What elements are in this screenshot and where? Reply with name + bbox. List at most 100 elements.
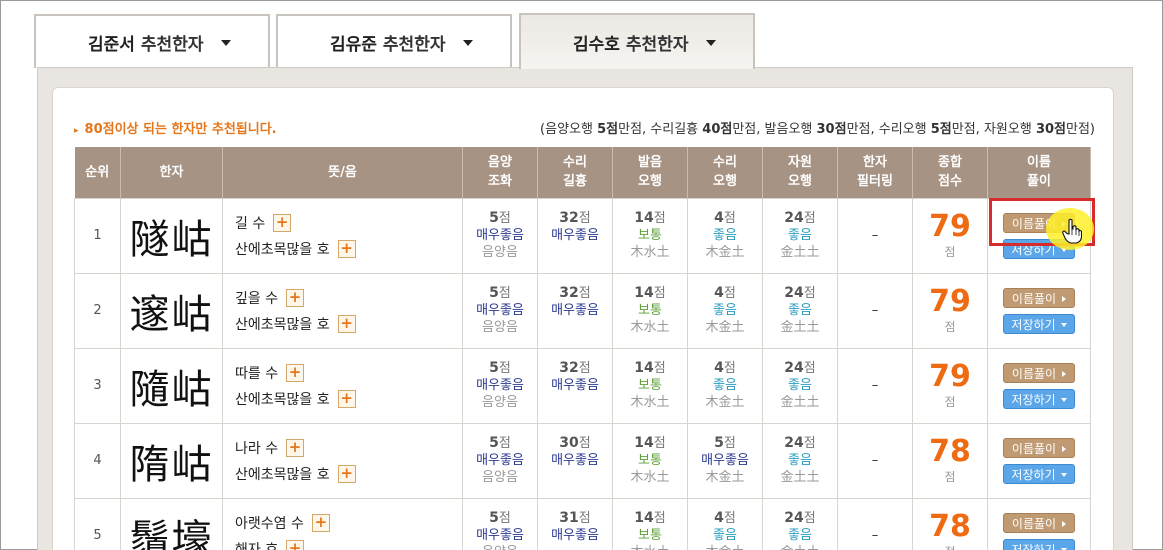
name-interpret-button[interactable]: 이름풀이 (1003, 437, 1075, 458)
score-unit: 점 (578, 511, 591, 526)
chevron-right-icon (1062, 371, 1067, 377)
suri-cell: 32점 매우좋음 (537, 347, 613, 424)
score-value: 32 (559, 285, 579, 301)
yinyang-cell: 5점 매우좋음 음양음 (462, 197, 538, 274)
yinyang-cell: 5점 매우좋음 음양음 (462, 347, 538, 424)
plus-icon[interactable]: + (286, 438, 305, 457)
element-text (538, 319, 612, 336)
sound-cell: 14점 보통 木水土 (612, 497, 688, 550)
button-label: 저장하기 (1011, 317, 1056, 332)
total-unit: 점 (913, 543, 987, 550)
save-button[interactable]: 저장하기 (1003, 388, 1075, 409)
meaning-second: 산에초목많을 호 (235, 241, 330, 258)
hanja-cell: 隧岵 (120, 197, 223, 274)
total-cell: 79 점 (912, 347, 988, 424)
plus-icon[interactable]: + (286, 288, 305, 307)
element-text: 木水土 (630, 470, 670, 485)
name-interpret-button[interactable]: 이름풀이 (1003, 512, 1075, 533)
grade-text: 좋음 (788, 528, 812, 543)
jawon-cell: 24점 좋음 金土土 (762, 347, 838, 424)
interpret-cell: 이름풀이 저장하기 (987, 347, 1091, 424)
grade-text: 매우좋음 (701, 453, 749, 468)
tab-kim-yujun[interactable]: 김유준 추천한자 (276, 14, 512, 68)
suri-cell: 30점 매우좋음 (537, 422, 613, 499)
total-cell: 78 점 (912, 497, 988, 550)
grade-text: 매우좋음 (551, 528, 599, 543)
element-text: 음양음 (482, 395, 518, 410)
chevron-down-icon (1060, 323, 1067, 327)
plus-icon[interactable]: + (311, 513, 330, 532)
element-text: 木金土 (705, 470, 745, 485)
table-row: 4 隋岵 나라 수 + 산에초목많을 호 + 5점 매우좋음 음양음 30점 매우좋… (74, 422, 1091, 499)
plus-icon[interactable]: + (337, 314, 356, 333)
score-unit: 점 (498, 361, 511, 376)
filter-cell: – (837, 497, 913, 550)
grade-text: 좋음 (788, 378, 812, 393)
scoring-prefix: (음양오행 (540, 122, 598, 137)
header-hanja: 한자 (120, 147, 223, 198)
grade-text: 좋음 (713, 378, 737, 393)
grade-text: 좋음 (788, 453, 812, 468)
score-unit: 점 (578, 361, 591, 376)
header-text: 자원 (788, 155, 812, 171)
jawon-cell: 24점 좋음 金土土 (762, 197, 838, 274)
grade-text: 매우좋음 (476, 453, 524, 468)
header-text: 필터링 (857, 174, 893, 190)
tab-name: 김준서 (88, 34, 135, 55)
element-text: 木金土 (705, 320, 745, 335)
total-score: 79 (929, 359, 971, 394)
name-interpret-button[interactable]: 이름풀이 (1003, 362, 1075, 383)
total-cell: 78 점 (912, 422, 988, 499)
suri-cell: 31점 매우좋음 (537, 497, 613, 550)
tab-label: 추천한자 (625, 34, 689, 55)
plus-icon[interactable]: + (337, 239, 356, 258)
plus-icon[interactable]: + (337, 464, 356, 483)
element-text: 金土土 (780, 470, 820, 485)
tab-name: 김유준 (330, 34, 377, 55)
chevron-down-icon (463, 40, 474, 46)
total-score: 78 (929, 509, 971, 544)
save-button[interactable]: 저장하기 (1003, 313, 1075, 334)
plus-icon[interactable]: + (286, 363, 305, 382)
score-value: 14 (634, 285, 654, 301)
score-value: 5 (489, 360, 499, 376)
plus-icon[interactable]: + (337, 389, 356, 408)
meaning-first: 나라 수 (235, 440, 279, 457)
score-value: 30 (559, 435, 579, 451)
total-score: 78 (929, 434, 971, 469)
score-value: 24 (784, 360, 804, 376)
save-button[interactable]: 저장하기 (1003, 538, 1075, 550)
interpret-cell: 이름풀이 저장하기 (987, 497, 1091, 550)
hanja-cell: 邃岵 (120, 272, 223, 349)
bullet-arrow-icon: ▸ (74, 126, 79, 136)
rank-cell: 4 (74, 422, 121, 499)
header-text: 수리 (713, 155, 737, 171)
score-value: 4 (714, 360, 724, 376)
header-filter: 한자 필터링 (837, 147, 913, 198)
tab-kim-suho[interactable]: 김수호 추천한자 (519, 13, 755, 69)
filter-cell: – (837, 347, 913, 424)
score-value: 14 (634, 210, 654, 226)
plus-icon[interactable]: + (273, 213, 292, 232)
meaning-cell: 길 수 + 산에초목많을 호 + (222, 197, 463, 274)
name-interpret-button[interactable]: 이름풀이 (1003, 287, 1075, 308)
meaning-second: 산에초목많을 호 (235, 466, 330, 483)
score-unit: 점 (498, 436, 511, 451)
grade-text: 보통 (638, 378, 662, 393)
save-button[interactable]: 저장하기 (1003, 463, 1075, 484)
score-value: 5 (714, 435, 724, 451)
total-cell: 79 점 (912, 197, 988, 274)
element-text: 木水土 (630, 395, 670, 410)
plus-icon[interactable]: + (286, 539, 305, 550)
table-row: 5 鬚壕 아랫수염 수+ 해자 호+ 5점 매우좋음 음양음 31점 매우좋음 … (74, 497, 1091, 550)
chevron-right-icon (1062, 296, 1067, 302)
tab-kim-junseo[interactable]: 김준서 추천한자 (34, 14, 270, 68)
grade-text: 보통 (638, 303, 662, 318)
scoring-text: 만점, 수리길흉 (618, 122, 703, 137)
grade-text: 매우좋음 (551, 453, 599, 468)
notice-text: 80점이상 되는 한자만 추천됩니다. (84, 122, 277, 137)
scoring-criteria: (음양오행 5점만점, 수리길흉 40점만점, 발음오행 30점만점, 수리오행… (540, 118, 1095, 137)
score-unit: 점 (803, 436, 816, 451)
header-meaning: 뜻/음 (222, 147, 463, 198)
element-text: 木水土 (613, 544, 687, 550)
